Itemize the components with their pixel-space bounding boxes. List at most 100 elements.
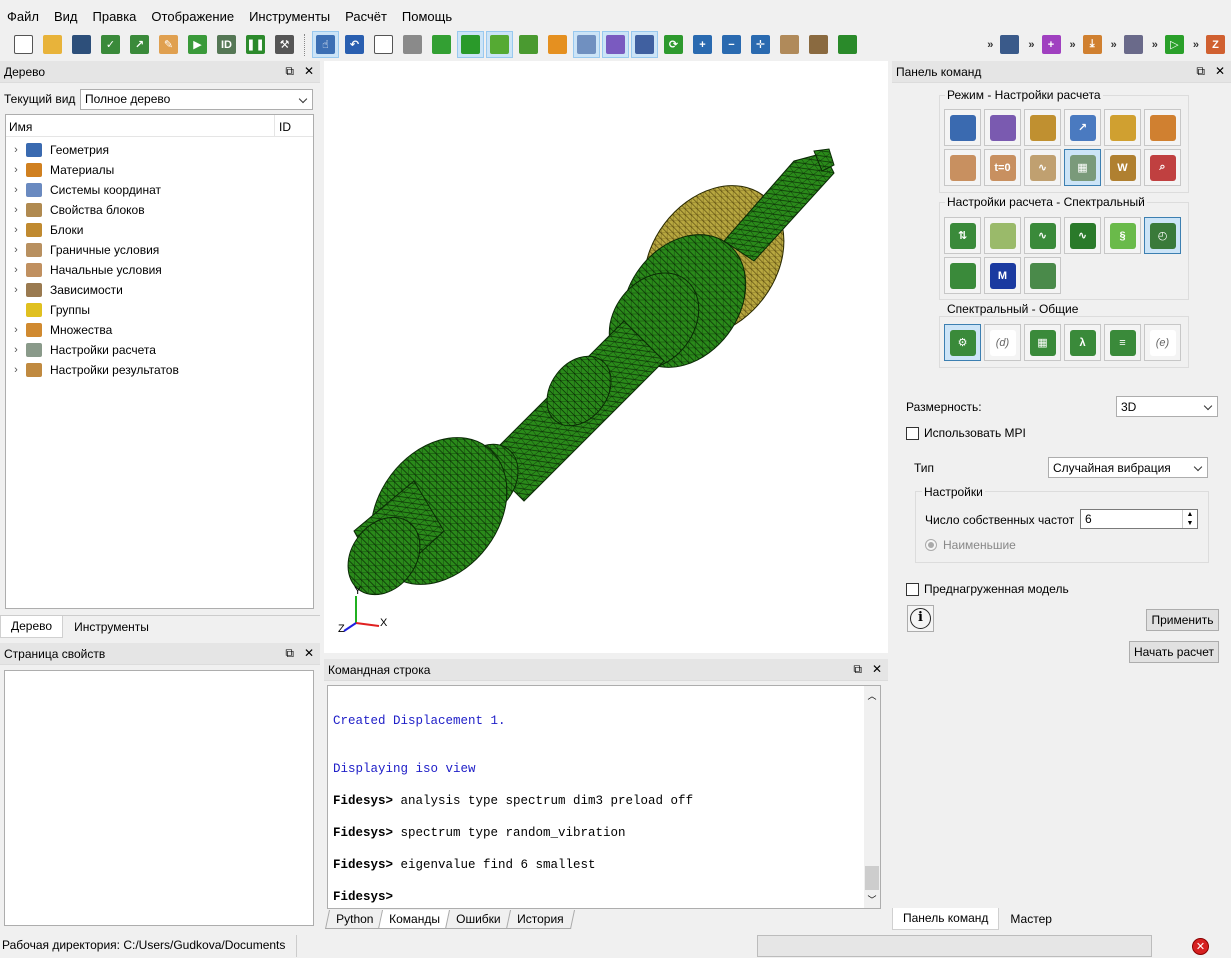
menu-item[interactable]: Файл	[0, 6, 47, 28]
toolbar-button[interactable]: ✓	[97, 31, 124, 58]
toolbar-button[interactable]: +	[1038, 31, 1065, 58]
expand-chevron-icon[interactable]: ›	[6, 144, 26, 156]
close-icon[interactable]: ✕	[304, 64, 314, 78]
toolbar-button[interactable]	[457, 31, 484, 58]
expand-chevron-icon[interactable]: ›	[6, 244, 26, 256]
tree-item[interactable]: › Начальные условия	[6, 260, 313, 280]
command-mode-button[interactable]	[1024, 257, 1061, 294]
close-icon[interactable]: ✕	[304, 646, 314, 660]
toolbar-button[interactable]: ⟳	[660, 31, 687, 58]
command-mode-button[interactable]: ∿	[1024, 217, 1061, 254]
graphics-viewport[interactable]: Y X Z	[324, 61, 888, 653]
close-icon[interactable]: ✕	[872, 662, 882, 676]
menu-item[interactable]: Правка	[86, 6, 145, 28]
menu-item[interactable]: Инструменты	[242, 6, 338, 28]
current-view-select[interactable]: Полное дерево	[80, 88, 313, 110]
command-mode-button[interactable]	[1144, 109, 1181, 146]
expand-chevron-icon[interactable]: ›	[6, 284, 26, 296]
prestressed-checkbox[interactable]	[906, 583, 919, 596]
tree-item[interactable]: › Множества	[6, 320, 313, 340]
start-calc-button[interactable]: Начать расчет	[1129, 641, 1219, 663]
expand-chevron-icon[interactable]: ›	[6, 364, 26, 376]
command-mode-button[interactable]: §	[1104, 217, 1141, 254]
toolbar-button[interactable]: ↶	[341, 31, 368, 58]
toolbar-button[interactable]	[399, 31, 426, 58]
tree-item[interactable]: › Системы координат	[6, 180, 313, 200]
toolbar-button[interactable]	[486, 31, 513, 58]
command-mode-button[interactable]	[984, 217, 1021, 254]
tree-col-name[interactable]: Имя	[6, 115, 275, 136]
toolbar-overflow-icon[interactable]: »	[1028, 39, 1034, 51]
toolbar-button[interactable]	[602, 31, 629, 58]
command-mode-button[interactable]: ◴	[1144, 217, 1181, 254]
toolbar-button[interactable]	[68, 31, 95, 58]
expand-chevron-icon[interactable]: ›	[6, 324, 26, 336]
scroll-down-icon[interactable]: ﹀	[864, 893, 880, 906]
toolbar-button[interactable]: ☝	[312, 31, 339, 58]
toolbar-overflow-icon[interactable]: »	[1070, 39, 1076, 51]
command-mode-button[interactable]	[944, 257, 981, 294]
command-mode-button[interactable]	[944, 149, 981, 186]
tab-1[interactable]: Инструменты	[63, 616, 160, 638]
command-mode-button[interactable]	[944, 109, 981, 146]
cp-tab[interactable]: Мастер	[999, 908, 1063, 930]
undock-icon[interactable]: ⧉	[285, 64, 294, 78]
apply-button[interactable]: Применить	[1146, 609, 1219, 631]
stop-icon[interactable]: ✕	[1192, 938, 1209, 955]
command-mode-button[interactable]: (d)	[984, 324, 1021, 361]
tree-item[interactable]: › Зависимости	[6, 280, 313, 300]
expand-chevron-icon[interactable]: ›	[6, 264, 26, 276]
spinner-arrows-icon[interactable]: ▲ ▼	[1182, 510, 1197, 528]
command-mode-button[interactable]	[1024, 109, 1061, 146]
toolbar-button[interactable]	[631, 31, 658, 58]
toolbar-button[interactable]	[515, 31, 542, 58]
expand-chevron-icon[interactable]: ›	[6, 344, 26, 356]
expand-chevron-icon[interactable]: ›	[6, 164, 26, 176]
tree-item[interactable]: › Настройки результатов	[6, 360, 313, 380]
tree-item[interactable]: › Свойства блоков	[6, 200, 313, 220]
command-mode-button[interactable]: (e)	[1144, 324, 1181, 361]
mpi-checkbox[interactable]	[906, 427, 919, 440]
dimension-select[interactable]: 3D	[1116, 396, 1218, 417]
toolbar-button[interactable]	[428, 31, 455, 58]
smallest-radio[interactable]	[925, 539, 937, 551]
tree-item[interactable]: Группы	[6, 300, 313, 320]
command-mode-button[interactable]: ▦	[1064, 149, 1101, 186]
toolbar-button[interactable]: ✎	[155, 31, 182, 58]
toolbar-button[interactable]: −	[718, 31, 745, 58]
type-select[interactable]: Случайная вибрация	[1048, 457, 1208, 478]
command-mode-button[interactable]: t=0	[984, 149, 1021, 186]
expand-chevron-icon[interactable]: ›	[6, 184, 26, 196]
tree-item[interactable]: › Блоки	[6, 220, 313, 240]
expand-chevron-icon[interactable]: ›	[6, 204, 26, 216]
command-mode-button[interactable]: ∿	[1064, 217, 1101, 254]
toolbar-button[interactable]: ID	[213, 31, 240, 58]
info-button[interactable]: i	[907, 605, 934, 632]
undock-icon[interactable]: ⧉	[1196, 64, 1205, 78]
undock-icon[interactable]: ⧉	[285, 646, 294, 660]
command-mode-button[interactable]: W	[1104, 149, 1141, 186]
cp-tab[interactable]: Панель команд	[892, 908, 1000, 930]
toolbar-overflow-icon[interactable]: »	[987, 39, 993, 51]
toolbar-button[interactable]: ▶	[184, 31, 211, 58]
tree-col-id[interactable]: ID	[275, 115, 313, 136]
cmd-tab[interactable]: Python	[324, 910, 385, 929]
toolbar-button[interactable]	[834, 31, 861, 58]
menu-item[interactable]: Помощь	[395, 6, 460, 28]
command-mode-button[interactable]: ⇅	[944, 217, 981, 254]
cmd-tab[interactable]: Команды	[378, 910, 452, 929]
command-mode-button[interactable]: M	[984, 257, 1021, 294]
toolbar-button[interactable]	[1120, 31, 1147, 58]
command-mode-button[interactable]	[984, 109, 1021, 146]
toolbar-button[interactable]	[776, 31, 803, 58]
toolbar-button[interactable]	[39, 31, 66, 58]
toolbar-button[interactable]: +	[689, 31, 716, 58]
toolbar-button[interactable]: ⤓	[1079, 31, 1106, 58]
expand-chevron-icon[interactable]: ›	[6, 224, 26, 236]
cmd-scrollbar[interactable]: ︿ ﹀	[864, 686, 880, 908]
menu-item[interactable]: Отображение	[144, 6, 242, 28]
cmd-tab[interactable]: История	[505, 910, 575, 929]
tree-item[interactable]: › Настройки расчета	[6, 340, 313, 360]
command-mode-button[interactable]: ⌕	[1144, 149, 1181, 186]
command-mode-button[interactable]: ⚙	[944, 324, 981, 361]
